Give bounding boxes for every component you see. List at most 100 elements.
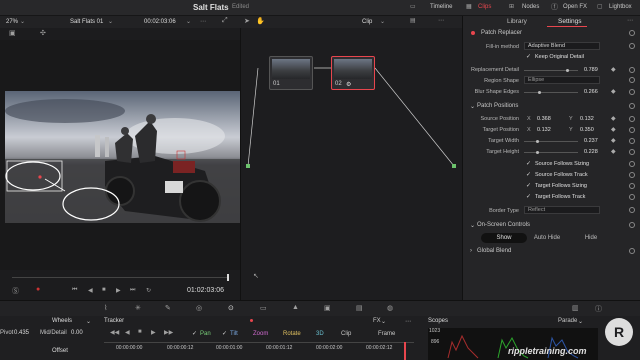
key-icon[interactable]: ▣	[324, 304, 331, 312]
track-forward-icon[interactable]: ▶	[151, 329, 156, 336]
nodes-button[interactable]: Nodes	[522, 4, 539, 10]
track-forward-all-icon[interactable]: ▶▶	[164, 329, 173, 336]
reset-icon[interactable]	[629, 67, 635, 73]
node-editor[interactable]: 01 02 ⚙ ↖	[240, 28, 462, 300]
fill-method-dropdown[interactable]: Adaptive Blend	[524, 42, 600, 50]
scopes-icon[interactable]: ▥	[572, 304, 579, 312]
timeline-button[interactable]: Timeline	[430, 4, 452, 10]
scope-mode[interactable]: Parade	[558, 318, 577, 324]
nodes-icon[interactable]: ⊞	[509, 3, 514, 10]
sizing-icon[interactable]: ▤	[356, 304, 363, 312]
chevron-down-icon[interactable]: ⌄	[186, 18, 191, 25]
target-height-value[interactable]: 0.228	[584, 149, 598, 155]
skip-end-icon[interactable]: ⏭	[130, 287, 135, 294]
clip-selector-icon[interactable]: Ⓢ	[12, 286, 19, 296]
color-warper-icon[interactable]: ✳	[135, 304, 141, 312]
qualifier-icon[interactable]: ✎	[165, 304, 171, 312]
reset-icon[interactable]	[629, 161, 635, 167]
reset-icon[interactable]	[629, 43, 635, 49]
tab-settings[interactable]: Settings	[558, 18, 582, 25]
reset-icon[interactable]	[629, 149, 635, 155]
tab-library[interactable]: Library	[507, 18, 527, 25]
reverse-play-icon[interactable]: ◀	[88, 287, 93, 294]
loop-toggle-icon[interactable]: ↻	[146, 287, 151, 294]
show-button[interactable]: Show	[481, 233, 527, 243]
target-follows-sizing-checkbox[interactable]: ✓	[526, 183, 532, 189]
reset-icon[interactable]	[629, 207, 635, 213]
node-layout-icon[interactable]: ▤	[410, 17, 416, 24]
target-x-value[interactable]: 0.132	[537, 127, 551, 133]
clips-icon[interactable]: ▦	[466, 3, 472, 10]
window-icon[interactable]: ◎	[196, 304, 202, 312]
target-width-value[interactable]: 0.237	[584, 138, 598, 144]
chevron-down-icon[interactable]: ⌄	[108, 18, 113, 25]
highlight-icon[interactable]: ✣	[40, 29, 46, 37]
clip-track-mode[interactable]: Clip	[341, 331, 351, 337]
node-mode[interactable]: Clip	[362, 19, 372, 25]
openfx-icon[interactable]: ⓕ	[551, 2, 558, 12]
source-follows-track-checkbox[interactable]: ✓	[526, 172, 532, 178]
magic-mask-icon[interactable]: ▭	[260, 304, 267, 312]
slider-knob[interactable]	[538, 91, 541, 94]
chevron-down-icon[interactable]: ⌄	[20, 18, 25, 25]
blur-shape-value[interactable]: 0.266	[584, 89, 598, 95]
slider-knob[interactable]	[566, 69, 569, 72]
reset-icon[interactable]	[629, 89, 635, 95]
target-height-slider[interactable]	[524, 152, 578, 153]
keyframe-icon[interactable]: ◆	[611, 66, 616, 73]
play-icon[interactable]: ▶	[116, 287, 121, 294]
reset-icon[interactable]	[629, 222, 635, 228]
region-shape-dropdown[interactable]: Ellipse	[524, 76, 600, 84]
chevron-down-icon[interactable]: ⌄	[578, 318, 583, 325]
hand-icon[interactable]: ✋	[256, 17, 265, 25]
blur-icon[interactable]: ▲	[292, 304, 299, 311]
target-y-value[interactable]: 0.350	[580, 127, 594, 133]
chevron-down-icon[interactable]: ⌄	[470, 222, 475, 229]
reset-icon[interactable]	[629, 103, 635, 109]
chevron-right-icon[interactable]: ›	[470, 248, 472, 254]
source-x-value[interactable]: 0.368	[537, 116, 551, 122]
zoom-level[interactable]: 27%	[6, 19, 18, 25]
loop-icon[interactable]: ●	[36, 286, 40, 293]
keyframe-icon[interactable]: ◆	[611, 115, 616, 122]
source-follows-sizing-checkbox[interactable]: ✓	[526, 161, 532, 167]
effect-header[interactable]: Patch Replacer	[481, 30, 522, 36]
more-icon[interactable]: ⋯	[627, 17, 633, 24]
replacement-detail-value[interactable]: 0.789	[584, 67, 598, 73]
info-icon[interactable]: ⓘ	[595, 304, 602, 314]
frame-track-mode[interactable]: Frame	[378, 331, 395, 337]
tracker-timeline[interactable]	[104, 342, 414, 343]
clips-button[interactable]: Clips	[478, 4, 491, 10]
reset-icon[interactable]	[629, 248, 635, 254]
border-type-dropdown[interactable]: Reflect	[524, 206, 600, 214]
chevron-down-icon[interactable]: ⌄	[381, 318, 386, 325]
keyframe-icon[interactable]: ◆	[611, 148, 616, 155]
reset-icon[interactable]	[629, 127, 635, 133]
chevron-down-icon[interactable]: ⌄	[86, 318, 91, 325]
auto-hide-button[interactable]: Auto Hide	[525, 233, 569, 243]
reset-icon[interactable]	[629, 138, 635, 144]
target-follows-track-checkbox[interactable]: ✓	[526, 194, 532, 200]
fx-menu[interactable]: FX	[373, 318, 381, 324]
stop-icon[interactable]: ■	[102, 287, 106, 293]
node-01[interactable]: 01	[269, 56, 313, 90]
playhead[interactable]	[227, 274, 229, 281]
lightbox-icon[interactable]: ▢	[597, 3, 603, 10]
video-frame[interactable]	[5, 91, 240, 223]
keyframe-icon[interactable]: ◆	[611, 88, 616, 95]
replacement-detail-slider[interactable]	[524, 70, 578, 71]
tilt-checkbox[interactable]: ✓	[222, 331, 228, 337]
patch-positions-section[interactable]: Patch Positions	[477, 103, 518, 109]
node-02[interactable]: 02 ⚙	[331, 56, 375, 90]
global-blend-section[interactable]: Global Blend	[477, 248, 511, 254]
expand-icon[interactable]: ⤢	[222, 17, 228, 25]
timeline-icon[interactable]: ▭	[410, 3, 416, 10]
hide-button[interactable]: Hide	[569, 233, 613, 243]
onscreen-controls-section[interactable]: On-Screen Controls	[477, 222, 530, 228]
3d-icon[interactable]: ◍	[387, 304, 393, 312]
middetail-value[interactable]: 0.00	[71, 330, 83, 336]
fx-enabled-icon[interactable]	[471, 31, 475, 35]
target-width-slider[interactable]	[524, 141, 578, 142]
reset-icon[interactable]	[629, 116, 635, 122]
skip-start-icon[interactable]: ⏮	[72, 287, 77, 294]
